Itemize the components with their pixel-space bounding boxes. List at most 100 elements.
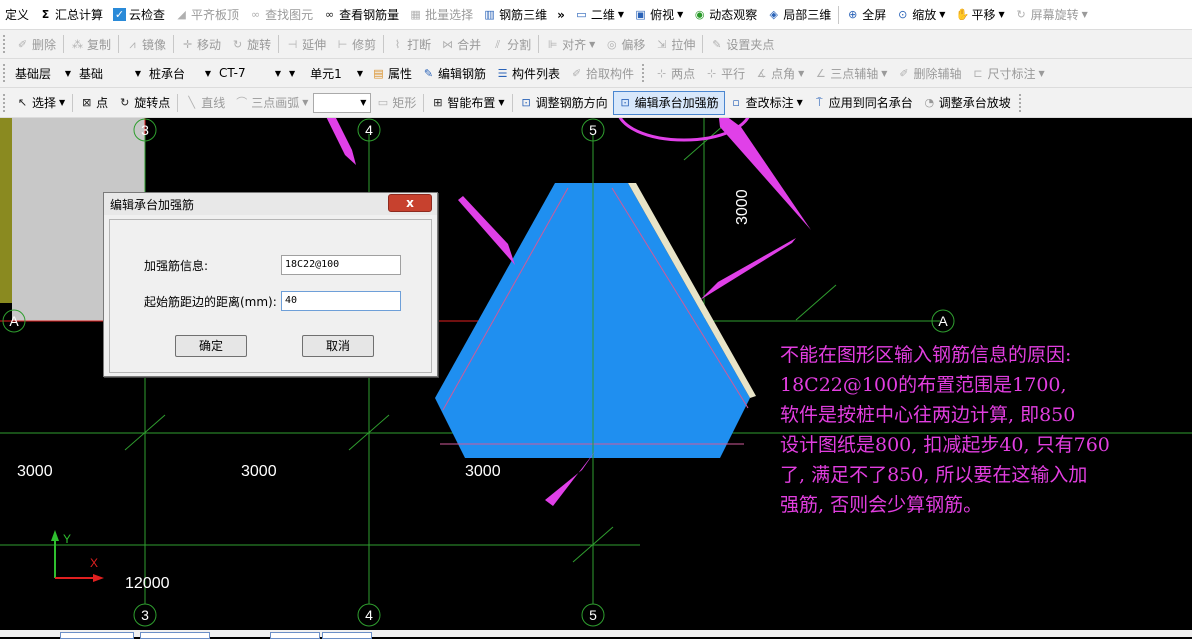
break-button[interactable]: ⌇ 打断: [386, 33, 436, 55]
apply-same-name-button[interactable]: ⍑ 应用到同名承台: [808, 92, 918, 114]
delete-button[interactable]: ✐ 删除: [11, 33, 61, 55]
annotation-line: 设计图纸是800, 扣减起步40, 只有760: [780, 434, 1110, 456]
rect-button[interactable]: ▭ 矩形: [371, 92, 421, 114]
glasses-icon: ∞: [324, 8, 335, 21]
sum-calc-button[interactable]: Σ 汇总计算: [34, 4, 108, 26]
close-button[interactable]: x: [388, 194, 432, 212]
mirror-button[interactable]: ⩘ 镜像: [121, 33, 171, 55]
annotation-line: 18C22@100的布置范围是1700,: [780, 374, 1067, 396]
pick-icon: ✐: [571, 66, 582, 80]
toolbar-grip[interactable]: [3, 35, 8, 53]
screen-rotate-dropdown[interactable]: ↻ 屏幕旋转 ▼: [1010, 4, 1093, 26]
rebar-info-label: 加强筋信息:: [144, 259, 209, 273]
category-select[interactable]: 基础 ▼: [75, 63, 145, 83]
separator: [538, 35, 540, 53]
rebar-3d-button[interactable]: ▥ 钢筋三维: [478, 4, 552, 26]
component-name-select[interactable]: CT-7 ▼: [215, 63, 285, 83]
line-icon: ╲: [188, 96, 196, 109]
separator: [118, 35, 120, 53]
status-field[interactable]: [270, 632, 320, 639]
layer-select[interactable]: 基础层 ▼: [11, 63, 75, 83]
toolbar-grip[interactable]: [3, 64, 8, 82]
label-icon: ▫: [732, 96, 740, 109]
dynamic-view-button[interactable]: ◉ 动态观察: [688, 4, 762, 26]
status-field[interactable]: [140, 632, 210, 639]
parallel-button[interactable]: ⊹ 平行: [700, 62, 750, 84]
arc3-dropdown[interactable]: ⌒ 三点画弧 ▼: [230, 92, 313, 114]
smart-layout-dropdown[interactable]: ⊞ 智能布置 ▼: [426, 92, 509, 114]
edit-rebar-button[interactable]: ✎ 编辑钢筋: [417, 62, 491, 84]
existing-element-edge: [0, 118, 12, 303]
view-top-dropdown[interactable]: ▣ 俯视 ▼: [629, 4, 688, 26]
modify-label-dropdown[interactable]: ▫ 查改标注 ▼: [725, 92, 808, 114]
offset-button[interactable]: ◎ 偏移: [600, 33, 650, 55]
dimension-dropdown[interactable]: ⊏ 尺寸标注 ▼: [966, 62, 1049, 84]
smart-layout-icon: ⊞: [433, 96, 443, 109]
batch-select-button[interactable]: ▦ 批量选择: [404, 4, 478, 26]
dimension-text: 3000: [465, 463, 501, 480]
zoom-dropdown[interactable]: ⊙ 缩放 ▼: [891, 4, 950, 26]
separator: [383, 35, 385, 53]
pan-dropdown[interactable]: ✋ 平移 ▼: [950, 4, 1009, 26]
align-icon: ⊫: [547, 37, 558, 51]
binoculars-icon: ∞: [250, 8, 261, 21]
fullscreen-button[interactable]: ⊕ 全屏: [841, 4, 891, 26]
axis-label-3-bottom: 3: [141, 607, 149, 623]
status-field[interactable]: [322, 632, 372, 639]
apply-icon: ⍑: [815, 96, 823, 109]
delete-axis-button[interactable]: ✐ 删除辅轴: [892, 62, 966, 84]
trim-button[interactable]: ⊢ 修剪: [331, 33, 381, 55]
toolbar-grip[interactable]: [642, 64, 647, 82]
adjust-slope-button[interactable]: ◔ 调整承台放坡: [918, 92, 1016, 114]
split-button[interactable]: ⫽ 分割: [486, 33, 536, 55]
view-rebar-qty-button[interactable]: ∞ 查看钢筋量: [318, 4, 404, 26]
line-button[interactable]: ╲ 直线: [180, 92, 230, 114]
merge-button[interactable]: ⋈ 合并: [436, 33, 486, 55]
property-button[interactable]: ▤ 属性: [367, 62, 417, 84]
separator: [423, 93, 425, 112]
component-list-button[interactable]: ☰ 构件列表: [491, 62, 565, 84]
trim-icon: ⊢: [337, 37, 348, 51]
axis-label-5-bottom: 5: [589, 607, 597, 623]
find-element-button[interactable]: ∞ 查找图元: [244, 4, 318, 26]
point-angle-dropdown[interactable]: ∡ 点角 ▼: [750, 62, 809, 84]
rebar-info-input[interactable]: 18C22@100: [281, 255, 401, 275]
dimension-icon: ⊏: [973, 66, 983, 80]
toolbar-grip[interactable]: [3, 93, 8, 112]
align-dropdown[interactable]: ⊫ 对齐 ▼: [541, 33, 600, 55]
unit-select[interactable]: ▼ 单元1 ▼: [285, 63, 367, 83]
set-grip-button[interactable]: ✎ 设置夹点: [705, 33, 779, 55]
rotate-button[interactable]: ↻ 旋转: [226, 33, 276, 55]
select-dropdown[interactable]: ↖ 选择 ▼: [11, 92, 70, 114]
draw-mode-select[interactable]: ▼: [313, 92, 372, 113]
rotate-point-button[interactable]: ↻ 旋转点: [113, 92, 175, 114]
toolbar-grip[interactable]: [1018, 93, 1024, 112]
copy-button[interactable]: ⁂ 复制: [66, 33, 116, 55]
annotation-line: 不能在图形区输入钢筋信息的原因:: [780, 344, 1072, 366]
type-select[interactable]: 桩承台 ▼: [145, 63, 215, 83]
edit-cap-reinforcement-button[interactable]: ⊡ 编辑承台加强筋: [612, 90, 725, 115]
view-2d-dropdown[interactable]: ▭ 二维 ▼: [570, 4, 629, 26]
break-icon: ⌇: [394, 37, 401, 51]
extend-button[interactable]: ⊣ 延伸: [281, 33, 331, 55]
ok-button[interactable]: 确定: [175, 335, 247, 357]
status-field[interactable]: [60, 632, 134, 639]
local-3d-button[interactable]: ◈ 局部三维: [762, 4, 836, 26]
move-button[interactable]: ✛ 移动: [176, 33, 226, 55]
point-box-icon: ⊠: [82, 96, 92, 109]
extend-icon: ⊣: [287, 37, 298, 51]
stretch-button[interactable]: ⇲ 拉伸: [650, 33, 700, 55]
offset-input[interactable]: 40: [281, 291, 401, 311]
rebar-3d-icon: ▥: [484, 8, 495, 21]
chevron-down-icon: ▼: [204, 68, 211, 78]
pick-component-button[interactable]: ✐ 拾取构件: [565, 62, 639, 84]
adjust-rebar-dir-button[interactable]: ⊡ 调整钢筋方向: [515, 92, 613, 114]
define-button[interactable]: 定义: [0, 4, 34, 26]
cloud-check-button[interactable]: ✓ 云检查: [108, 4, 170, 26]
toolbar-overflow-button[interactable]: »: [552, 4, 570, 26]
three-point-axis-dropdown[interactable]: ∠ 三点辅轴 ▼: [809, 62, 892, 84]
cancel-button[interactable]: 取消: [302, 335, 374, 357]
point-button[interactable]: ⊠ 点: [75, 92, 113, 114]
flush-slab-button[interactable]: ◢ 平齐板顶: [170, 4, 244, 26]
two-points-button[interactable]: ⊹ 两点: [650, 62, 700, 84]
